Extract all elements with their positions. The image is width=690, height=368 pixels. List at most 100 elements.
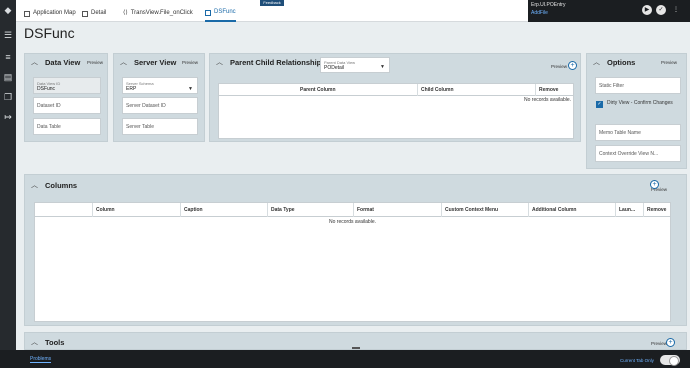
dirty-view-label: Dirty View - Confirm Changes xyxy=(607,100,673,106)
field-placeholder: Dataset ID xyxy=(37,103,61,109)
chevron-up-icon[interactable]: ︿ xyxy=(31,57,38,67)
panel-header[interactable]: ︿ Options Preview xyxy=(587,54,686,72)
dropdown-arrow-icon[interactable]: ▼ xyxy=(380,64,385,70)
field-placeholder: Server Dataset ID xyxy=(126,103,166,109)
tab-application-map[interactable]: Application Map xyxy=(24,0,76,22)
tab-dsfunc[interactable]: DSFunc xyxy=(205,0,236,22)
feedback-button[interactable]: Feedback xyxy=(260,0,284,6)
add-icon[interactable]: + xyxy=(650,180,659,189)
edit-list-icon[interactable]: ☰ xyxy=(3,30,13,40)
field-value: ERP xyxy=(126,86,137,92)
parent-data-view-dropdown[interactable]: Parent Data View PODetail ▼ xyxy=(320,57,390,73)
field-placeholder: Static Filter xyxy=(599,83,625,89)
pages-icon[interactable]: ▤ xyxy=(3,72,13,82)
server-schema-dropdown[interactable]: Server Schema ERP ▼ xyxy=(122,77,198,94)
database-icon xyxy=(205,9,211,16)
panel-title: Data View xyxy=(45,58,81,67)
tab-label: DSFunc xyxy=(214,9,236,15)
panel-title: Options xyxy=(607,58,636,67)
data-view-id-field: Data View ID DSFunc xyxy=(33,77,101,94)
server-view-panel: ︿ Server View Preview Server Schema ERP … xyxy=(113,53,205,142)
panel-header[interactable]: ︿ Columns Preview + xyxy=(25,175,686,197)
panel-header[interactable]: ︿ Server View Preview xyxy=(114,54,204,72)
add-icon[interactable]: + xyxy=(666,338,675,347)
data-view-panel: ︿ Data View Preview Data View ID DSFunc … xyxy=(24,53,108,142)
table-header: Column Caption Data Type Format Custom C… xyxy=(35,203,670,217)
chevron-up-icon[interactable]: ︿ xyxy=(593,57,600,67)
chevron-up-icon[interactable]: ︿ xyxy=(120,57,127,67)
chevron-up-icon[interactable]: ︿ xyxy=(216,57,223,67)
list-icon[interactable]: ≡ xyxy=(3,52,13,62)
server-dataset-id-field[interactable]: Server Dataset ID xyxy=(122,97,198,114)
more-icon[interactable]: ⋮ xyxy=(671,5,681,15)
column-header[interactable]: Additional Column xyxy=(528,203,615,217)
field-placeholder: Memo Table Name xyxy=(599,130,641,136)
bottom-bar: Problems Current Tab Only xyxy=(0,350,690,368)
column-header[interactable]: Caption xyxy=(180,203,267,217)
tab-detail[interactable]: Detail xyxy=(82,0,106,22)
field-placeholder: Server Table xyxy=(126,124,154,130)
layers-icon xyxy=(24,10,30,17)
chevron-up-icon[interactable]: ︿ xyxy=(31,180,38,190)
no-records-message: No records available. xyxy=(524,97,571,103)
panel-title: Parent Child Relationships xyxy=(230,58,326,67)
column-header[interactable]: Parent Column xyxy=(297,84,417,96)
left-nav-bar: ◆ ☰ ≡ ▤ ❐ ↦ xyxy=(0,0,16,350)
preview-link[interactable]: Preview xyxy=(182,60,198,65)
preview-link[interactable]: Preview xyxy=(551,64,567,69)
field-value: DSFunc xyxy=(37,86,56,92)
play-icon[interactable]: ▶ xyxy=(642,5,652,15)
tab-label: Application Map xyxy=(33,10,76,16)
columns-panel: ︿ Columns Preview + Column Caption Data … xyxy=(24,174,687,326)
field-value: PODetail xyxy=(324,65,345,71)
dirty-view-checkbox[interactable]: ✓ xyxy=(596,101,603,108)
panel-title: Server View xyxy=(134,58,177,67)
code-icon: ⟨⟩ xyxy=(123,10,128,16)
tab-transview[interactable]: ⟨⟩ TransView.File_onClick xyxy=(123,0,193,22)
event-name[interactable]: AddFile xyxy=(531,10,548,16)
table-header: Parent Column Child Column Remove xyxy=(219,84,573,96)
data-table-field[interactable]: Data Table xyxy=(33,118,101,135)
page-title: DSFunc xyxy=(24,25,75,41)
current-tab-only-label: Current Tab Only xyxy=(620,358,654,363)
layers-icon[interactable]: ◆ xyxy=(3,5,13,15)
column-header[interactable]: Laun... xyxy=(615,203,643,217)
static-filter-field[interactable]: Static Filter xyxy=(595,77,681,94)
preview-link[interactable]: Preview xyxy=(87,60,103,65)
tab-label: TransView.File_onClick xyxy=(130,10,193,16)
export-icon[interactable]: ↦ xyxy=(3,112,13,122)
relationships-table: Parent Column Child Column Remove No rec… xyxy=(218,83,574,139)
memo-table-field[interactable]: Memo Table Name xyxy=(595,124,681,141)
preview-link[interactable]: Preview xyxy=(651,341,667,346)
options-panel: ︿ Options Preview Static Filter ✓ Dirty … xyxy=(586,53,687,169)
column-header[interactable]: Column xyxy=(92,203,180,217)
column-header[interactable]: Format xyxy=(353,203,441,217)
columns-table: Column Caption Data Type Format Custom C… xyxy=(34,202,671,322)
column-header[interactable]: Remove xyxy=(535,84,575,96)
panel-header[interactable]: ︿ Parent Child Relationships xyxy=(210,54,580,72)
panel-splitter-handle[interactable] xyxy=(352,347,360,349)
server-table-field[interactable]: Server Table xyxy=(122,118,198,135)
column-header[interactable]: Child Column xyxy=(417,84,535,96)
no-records-message: No records available. xyxy=(329,219,376,225)
column-header[interactable]: Custom Context Menu xyxy=(441,203,528,217)
tab-label: Detail xyxy=(91,10,107,16)
panel-title: Tools xyxy=(45,338,65,347)
top-right-info: Erp.UI.POEntry AddFile ▶ ✓ ⋮ xyxy=(528,0,690,22)
add-icon[interactable]: + xyxy=(568,61,577,70)
form-name: Erp.UI.POEntry xyxy=(531,2,566,8)
check-icon[interactable]: ✓ xyxy=(656,5,666,15)
panel-title: Columns xyxy=(45,181,78,190)
column-header[interactable]: Data Type xyxy=(267,203,353,217)
dropdown-arrow-icon[interactable]: ▼ xyxy=(188,86,193,92)
column-header[interactable]: Remove xyxy=(643,203,672,217)
context-override-field[interactable]: Context Override View N... xyxy=(595,145,681,162)
field-placeholder: Data Table xyxy=(37,124,61,130)
preview-link[interactable]: Preview xyxy=(661,60,677,65)
panel-header[interactable]: ︿ Data View Preview xyxy=(25,54,107,72)
problems-tab[interactable]: Problems xyxy=(30,356,52,363)
copy-icon[interactable]: ❐ xyxy=(3,92,13,102)
dataset-id-field[interactable]: Dataset ID xyxy=(33,97,101,114)
current-tab-only-toggle[interactable] xyxy=(660,355,680,366)
chevron-up-icon[interactable]: ︿ xyxy=(31,337,38,347)
